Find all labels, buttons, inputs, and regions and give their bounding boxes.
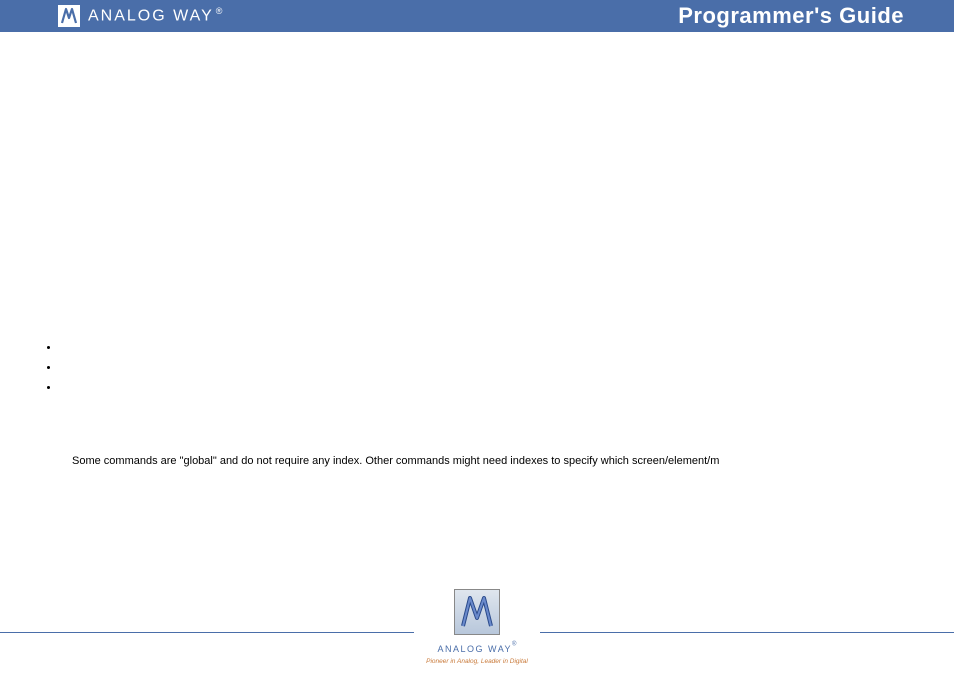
footer-tagline: Pioneer in Analog, Leader in Digital — [426, 658, 528, 665]
footer-logo-icon — [454, 589, 500, 635]
header-bar: ANALOG WAY® Programmer's Guide — [0, 0, 954, 32]
footer: ANALOG WAY® Pioneer in Analog, Leader in… — [0, 589, 954, 675]
footer-brand-line: ANALOG WAY® — [438, 639, 517, 657]
brand-registered-mark: ® — [216, 6, 223, 16]
page-title: Programmer's Guide — [678, 3, 904, 29]
brand-text: ANALOG WAY® — [88, 6, 222, 25]
footer-logo-wrap: ANALOG WAY® Pioneer in Analog, Leader in… — [414, 589, 540, 665]
brand-icon — [58, 5, 80, 27]
brand-left: ANALOG WAY® — [58, 5, 222, 27]
content-area: Some commands are "global" and do not re… — [0, 32, 954, 592]
brand-name: ANALOG WAY — [88, 8, 214, 25]
footer-brand-text: ANALOG WAY — [438, 644, 513, 654]
footer-brand-registered-mark: ® — [512, 642, 516, 648]
paragraph-text: Some commands are "global" and do not re… — [72, 454, 914, 469]
